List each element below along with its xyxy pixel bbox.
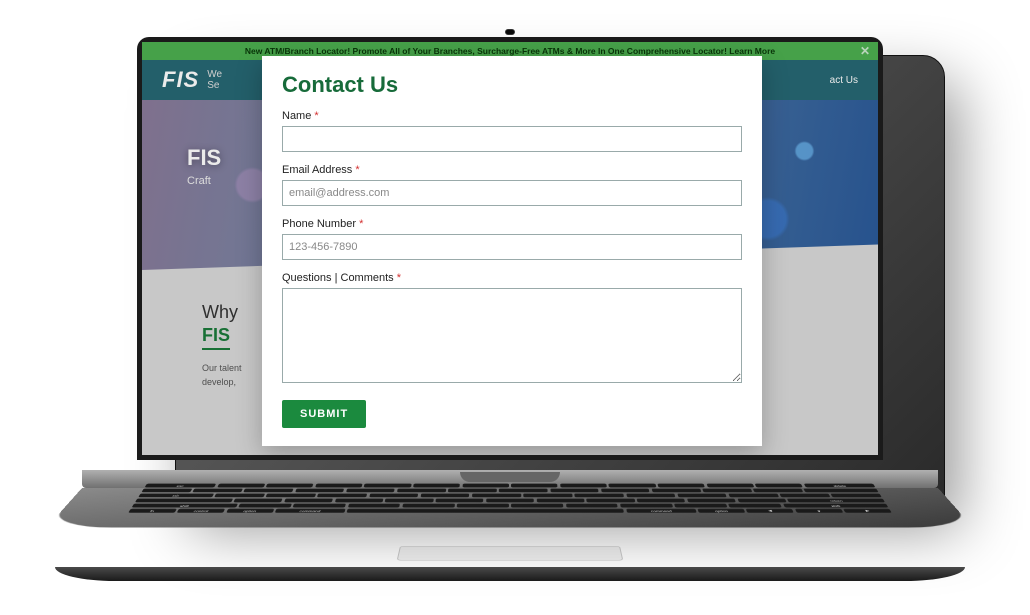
phone-label: Phone Number * — [282, 218, 742, 230]
comments-textarea[interactable] — [282, 288, 742, 383]
name-input[interactable] — [282, 126, 742, 152]
webcam-icon — [505, 29, 515, 35]
laptop-screen: New ATM/Branch Locator! Promote All of Y… — [137, 37, 883, 460]
laptop-notch — [460, 472, 560, 482]
phone-input[interactable] — [282, 234, 742, 260]
keyboard-row-num — [141, 488, 878, 492]
keyboard-row-q: tab — [138, 493, 882, 497]
laptop-front-edge — [55, 567, 965, 581]
submit-button[interactable]: SUBMIT — [282, 400, 366, 428]
email-label: Email Address * — [282, 164, 742, 176]
keyboard-row-z: shiftshift — [132, 503, 889, 507]
screen-content: New ATM/Branch Locator! Promote All of Y… — [142, 42, 878, 455]
comments-label: Questions | Comments * — [282, 272, 742, 284]
name-label: Name * — [282, 110, 742, 122]
contact-modal: Contact Us Name * Email Address * Phone … — [262, 56, 762, 446]
keyboard-row-bottom: fn control option command command option… — [128, 509, 892, 513]
trackpad — [397, 546, 624, 561]
modal-title: Contact Us — [282, 72, 742, 98]
keyboard: escdelete tab return shiftshift fn contr… — [119, 482, 902, 515]
keyboard-row-a: return — [135, 498, 885, 502]
keyboard-row-fn: escdelete — [145, 484, 876, 488]
email-input[interactable] — [282, 180, 742, 206]
